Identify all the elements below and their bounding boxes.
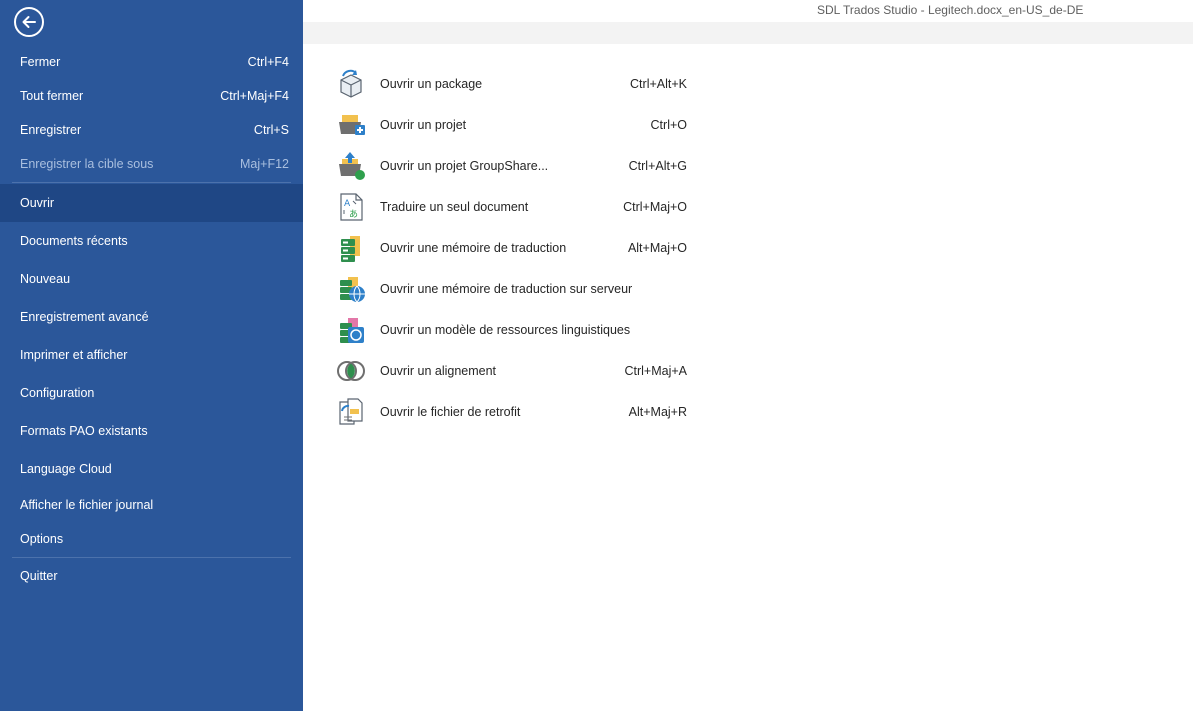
menu-dtp-formats-label: Formats PAO existants: [20, 424, 148, 438]
menu-language-cloud-label: Language Cloud: [20, 462, 112, 476]
menu-view-log-file-label: Afficher le fichier journal: [20, 498, 154, 512]
translate-single-document-shortcut: Ctrl+Maj+O: [623, 200, 687, 214]
menu-options-label: Options: [20, 532, 64, 546]
translate-single-document-label: Traduire un seul document: [380, 200, 529, 214]
menu-close-shortcut: Ctrl+F4: [247, 55, 289, 69]
menu-close-label: Fermer: [20, 55, 61, 69]
menu-advanced-save-label: Enregistrement avancé: [20, 310, 149, 324]
back-button[interactable]: [14, 7, 44, 37]
alignment-icon: [337, 361, 365, 381]
menu-new[interactable]: Nouveau: [0, 260, 303, 298]
menu-close-all[interactable]: Tout fermer Ctrl+Maj+F4: [0, 78, 303, 114]
translation-memory-icon: [341, 236, 360, 262]
menu-close-all-label: Tout fermer: [20, 89, 84, 103]
open-server-translation-memory[interactable]: Ouvrir une mémoire de traduction sur ser…: [334, 271, 694, 307]
svg-text:あ: あ: [349, 209, 358, 220]
svg-text:A: A: [344, 199, 351, 209]
open-package-label: Ouvrir un package: [380, 77, 483, 91]
menu-save-shortcut: Ctrl+S: [253, 123, 289, 137]
menu-configuration-label: Configuration: [20, 386, 95, 400]
back-arrow-icon: [22, 16, 36, 28]
sidebar-divider: [12, 182, 291, 183]
open-server-translation-memory-label: Ouvrir une mémoire de traduction sur ser…: [380, 282, 633, 296]
menu-close-all-shortcut: Ctrl+Maj+F4: [220, 89, 289, 103]
backstage-sidebar: Fermer Ctrl+F4 Tout fermer Ctrl+Maj+F4 E…: [0, 0, 303, 711]
menu-open[interactable]: Ouvrir: [0, 184, 303, 222]
menu-options[interactable]: Options: [0, 522, 303, 556]
groupshare-project-icon: [339, 152, 365, 180]
open-language-resource-template[interactable]: Ouvrir un modèle de ressources linguisti…: [334, 312, 694, 348]
open-groupshare-project-label: Ouvrir un projet GroupShare...: [380, 159, 549, 173]
open-translation-memory[interactable]: Ouvrir une mémoire de traduction Alt+Maj…: [334, 230, 694, 266]
open-retrofit-file-label: Ouvrir le fichier de retrofit: [380, 405, 521, 419]
open-groupshare-project[interactable]: Ouvrir un projet GroupShare... Ctrl+Alt+…: [334, 148, 694, 184]
open-retrofit-file-shortcut: Alt+Maj+R: [628, 405, 687, 419]
menu-quit[interactable]: Quitter: [0, 558, 303, 594]
menu-print-view[interactable]: Imprimer et afficher: [0, 336, 303, 374]
menu-print-view-label: Imprimer et afficher: [20, 348, 128, 362]
menu-language-cloud[interactable]: Language Cloud: [0, 450, 303, 488]
title-bar: SDL Trados Studio - Legitech.docx_en-US_…: [303, 0, 1193, 22]
menu-recent-documents-label: Documents récents: [20, 234, 128, 248]
menu-recent-documents[interactable]: Documents récents: [0, 222, 303, 260]
menu-configuration[interactable]: Configuration: [0, 374, 303, 412]
menu-save[interactable]: Enregistrer Ctrl+S: [0, 112, 303, 148]
retrofit-file-icon: [339, 398, 363, 425]
open-retrofit-file[interactable]: Ouvrir le fichier de retrofit Alt+Maj+R: [334, 394, 694, 430]
window-title: SDL Trados Studio - Legitech.docx_en-US_…: [817, 3, 1084, 17]
menu-open-label: Ouvrir: [20, 196, 55, 210]
open-language-resource-template-label: Ouvrir un modèle de ressources linguisti…: [380, 323, 631, 337]
open-project-label: Ouvrir un projet: [380, 118, 467, 132]
menu-new-label: Nouveau: [20, 272, 71, 286]
open-translation-memory-shortcut: Alt+Maj+O: [627, 241, 687, 255]
translate-document-icon: A あ: [340, 193, 363, 221]
menu-close[interactable]: Fermer Ctrl+F4: [0, 44, 303, 80]
menu-save-label: Enregistrer: [20, 123, 82, 137]
open-project-shortcut: Ctrl+O: [650, 118, 687, 132]
open-alignment[interactable]: Ouvrir un alignement Ctrl+Maj+A: [334, 353, 694, 389]
open-groupshare-project-shortcut: Ctrl+Alt+G: [628, 159, 687, 173]
open-package-shortcut: Ctrl+Alt+K: [630, 77, 687, 91]
menu-save-target-as-shortcut: Maj+F12: [240, 157, 289, 171]
ribbon-strip: [303, 22, 1193, 44]
menu-quit-label: Quitter: [20, 569, 58, 583]
menu-save-target-as: Enregistrer la cible sous Maj+F12: [0, 146, 303, 182]
server-translation-memory-icon: [340, 277, 365, 303]
open-alignment-label: Ouvrir un alignement: [380, 364, 497, 378]
menu-save-target-as-label: Enregistrer la cible sous: [20, 157, 154, 171]
open-translation-memory-label: Ouvrir une mémoire de traduction: [380, 241, 567, 255]
open-package[interactable]: Ouvrir un package Ctrl+Alt+K: [334, 66, 694, 102]
menu-dtp-formats[interactable]: Formats PAO existants: [0, 412, 303, 450]
project-folder-icon: [339, 115, 365, 135]
menu-view-log-file[interactable]: Afficher le fichier journal: [0, 488, 303, 522]
translate-single-document[interactable]: A あ Traduire un seul document Ctrl+Maj+O: [334, 189, 694, 225]
language-resource-template-icon: [340, 318, 364, 343]
open-project[interactable]: Ouvrir un projet Ctrl+O: [334, 107, 694, 143]
menu-advanced-save[interactable]: Enregistrement avancé: [0, 298, 303, 336]
package-icon: [340, 69, 362, 98]
open-alignment-shortcut: Ctrl+Maj+A: [624, 364, 687, 378]
